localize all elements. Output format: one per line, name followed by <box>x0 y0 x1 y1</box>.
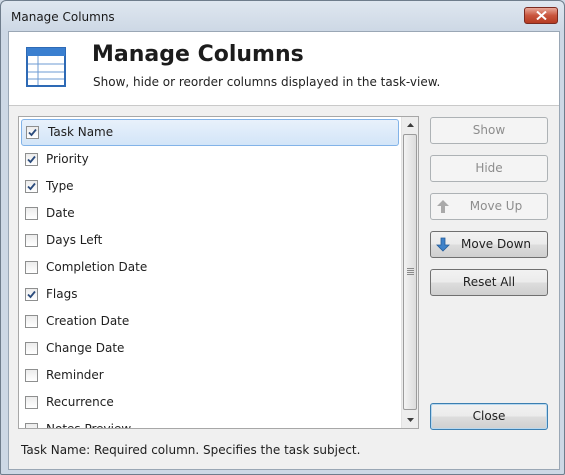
column-checkbox[interactable] <box>25 423 38 428</box>
move-down-button-label: Move Down <box>461 237 531 251</box>
arrow-down-icon <box>436 237 450 252</box>
show-button[interactable]: Show <box>430 117 548 144</box>
title-bar[interactable]: Manage Columns <box>1 1 564 35</box>
column-label: Date <box>46 206 75 220</box>
column-label: Change Date <box>46 341 125 355</box>
list-item[interactable]: Notes Preview <box>20 416 400 429</box>
move-up-button[interactable]: Move Up <box>430 193 548 220</box>
column-checkbox[interactable] <box>25 288 38 301</box>
list-item[interactable]: Days Left <box>20 227 400 254</box>
dialog-header: Manage Columns Show, hide or reorder col… <box>9 32 559 106</box>
table-icon <box>26 47 66 87</box>
columns-list-rows: Task Name Priority Type Date Days Left Comple… <box>20 119 400 429</box>
checkmark-icon <box>27 155 36 164</box>
list-item[interactable]: Change Date <box>20 335 400 362</box>
column-checkbox[interactable] <box>25 369 38 382</box>
column-checkbox[interactable] <box>25 207 38 220</box>
column-label: Creation Date <box>46 314 130 328</box>
list-item[interactable]: Reminder <box>20 362 400 389</box>
column-label: Priority <box>46 152 89 166</box>
column-checkbox[interactable] <box>25 261 38 274</box>
column-checkbox[interactable] <box>25 234 38 247</box>
status-text: Task Name: Required column. Specifies th… <box>21 443 361 457</box>
column-checkbox[interactable] <box>26 126 39 139</box>
list-item[interactable]: Completion Date <box>20 254 400 281</box>
column-label: Notes Preview <box>46 422 132 429</box>
scroll-up-arrow[interactable] <box>402 117 418 133</box>
hide-button[interactable]: Hide <box>430 155 548 182</box>
column-label: Recurrence <box>46 395 114 409</box>
header-subtitle: Show, hide or reorder columns displayed … <box>93 75 441 89</box>
vertical-scrollbar[interactable] <box>401 117 418 428</box>
dialog-body: Manage Columns Show, hide or reorder col… <box>8 31 560 470</box>
column-label: Completion Date <box>46 260 148 274</box>
chevron-up-icon <box>407 123 414 127</box>
list-item[interactable]: Recurrence <box>20 389 400 416</box>
column-label: Reminder <box>46 368 104 382</box>
close-button[interactable]: Close <box>430 403 548 430</box>
reset-all-button-label: Reset All <box>462 275 516 289</box>
close-icon <box>536 11 547 20</box>
checkmark-icon <box>27 182 36 191</box>
list-item[interactable]: Type <box>20 173 400 200</box>
chevron-down-icon <box>407 418 414 422</box>
list-item[interactable]: Task Name <box>21 119 399 146</box>
column-label: Type <box>46 179 74 193</box>
column-checkbox[interactable] <box>25 153 38 166</box>
reset-all-button[interactable]: Reset All <box>430 269 548 296</box>
list-item[interactable]: Date <box>20 200 400 227</box>
header-title: Manage Columns <box>92 42 304 67</box>
scroll-thumb[interactable] <box>403 134 417 410</box>
window-title: Manage Columns <box>11 10 115 24</box>
manage-columns-window: Manage Columns Manage Columns Show, hide… <box>0 0 565 475</box>
hide-button-label: Hide <box>475 161 503 175</box>
columns-list[interactable]: Task Name Priority Type Date Days Left Comple… <box>18 116 419 429</box>
column-label: Days Left <box>46 233 103 247</box>
move-up-button-label: Move Up <box>469 199 523 213</box>
checkmark-icon <box>28 128 37 137</box>
list-item[interactable]: Priority <box>20 146 400 173</box>
checkmark-icon <box>27 290 36 299</box>
list-item[interactable]: Flags <box>20 281 400 308</box>
column-checkbox[interactable] <box>25 396 38 409</box>
column-checkbox[interactable] <box>25 315 38 328</box>
arrow-up-icon <box>437 200 449 213</box>
close-button-label: Close <box>472 409 506 423</box>
move-down-button[interactable]: Move Down <box>430 231 548 258</box>
scroll-down-arrow[interactable] <box>402 412 418 428</box>
column-label: Flags <box>46 287 78 301</box>
scroll-grip-icon <box>407 268 414 276</box>
column-checkbox[interactable] <box>25 180 38 193</box>
column-label: Task Name <box>48 125 114 139</box>
window-close-button[interactable] <box>524 7 558 24</box>
column-checkbox[interactable] <box>25 342 38 355</box>
list-item[interactable]: Creation Date <box>20 308 400 335</box>
show-button-label: Show <box>472 123 506 137</box>
